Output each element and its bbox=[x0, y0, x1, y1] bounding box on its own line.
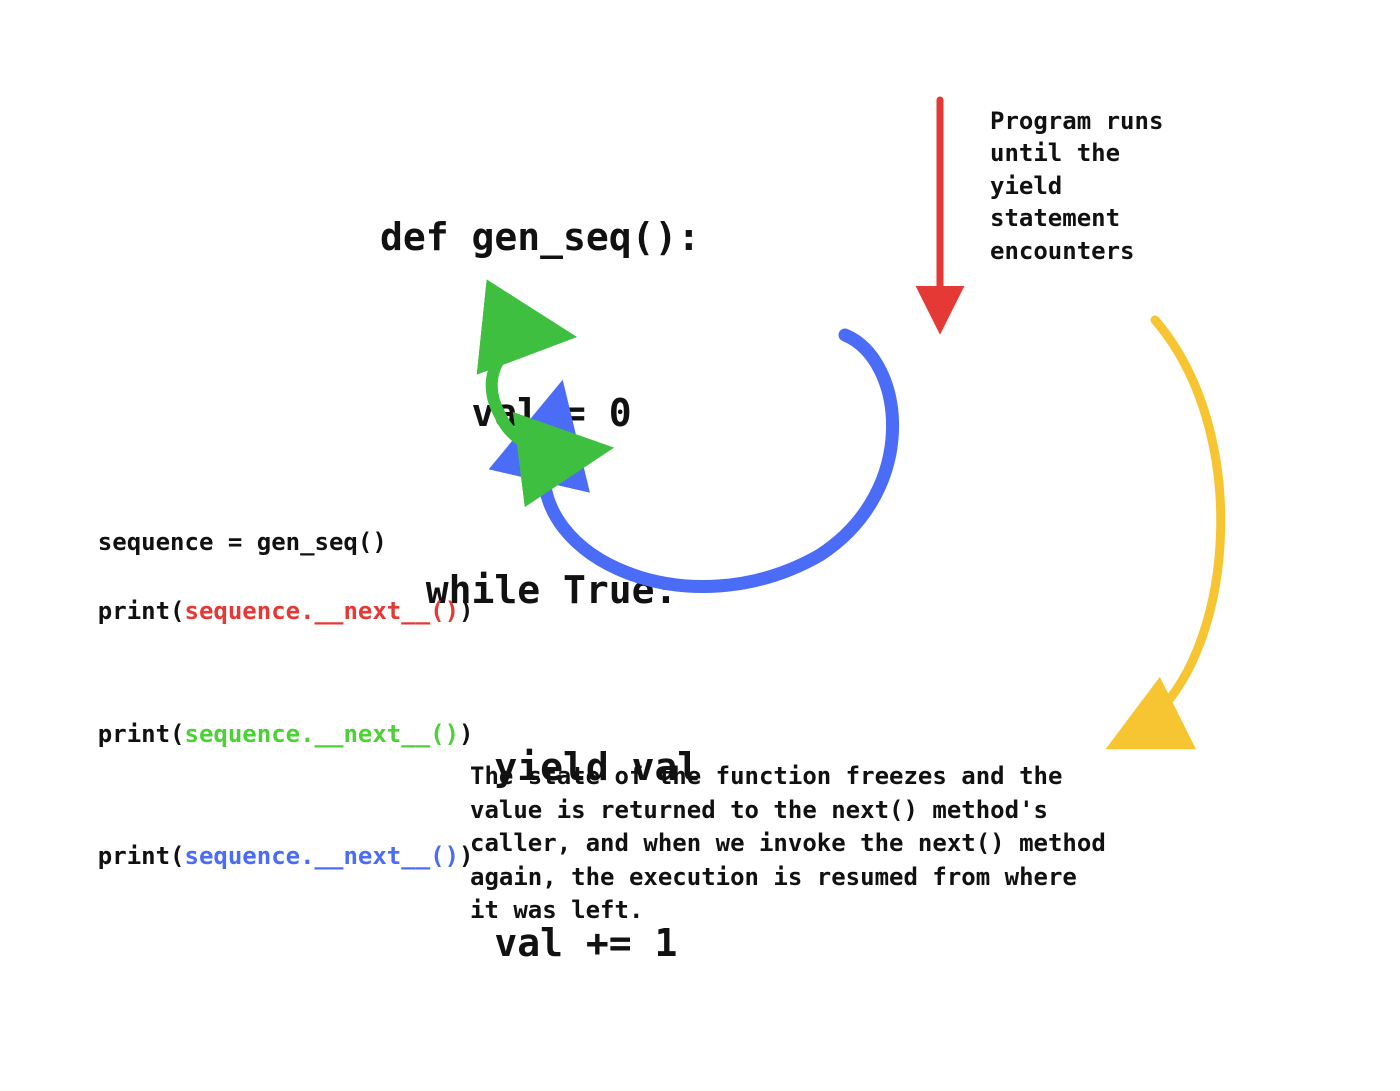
annotation-run-until-yield: Program runs until the yield statement e… bbox=[990, 105, 1163, 267]
print-close-2: ) bbox=[459, 720, 473, 748]
yellow-curve-icon bbox=[1120, 320, 1221, 742]
print-open-3: print( bbox=[98, 842, 185, 870]
assign-line: sequence = gen_seq() bbox=[98, 528, 387, 556]
diagram-stage: def gen_seq(): val = 0 while True: yield… bbox=[0, 0, 1400, 1000]
next-call-1: sequence.__next__() bbox=[185, 597, 460, 625]
next-call-2: sequence.__next__() bbox=[185, 720, 460, 748]
explanation-paragraph: The state of the function freezes and th… bbox=[470, 760, 1110, 928]
print-open-2: print( bbox=[98, 720, 185, 748]
print-close-1: ) bbox=[459, 597, 473, 625]
call-sequence-block: sequence = gen_seq() print(sequence.__ne… bbox=[40, 490, 474, 909]
code-line-2: val = 0 bbox=[380, 384, 700, 443]
next-call-3: sequence.__next__() bbox=[185, 842, 460, 870]
print-open-1: print( bbox=[98, 597, 185, 625]
code-line-1: def gen_seq(): bbox=[380, 208, 700, 267]
